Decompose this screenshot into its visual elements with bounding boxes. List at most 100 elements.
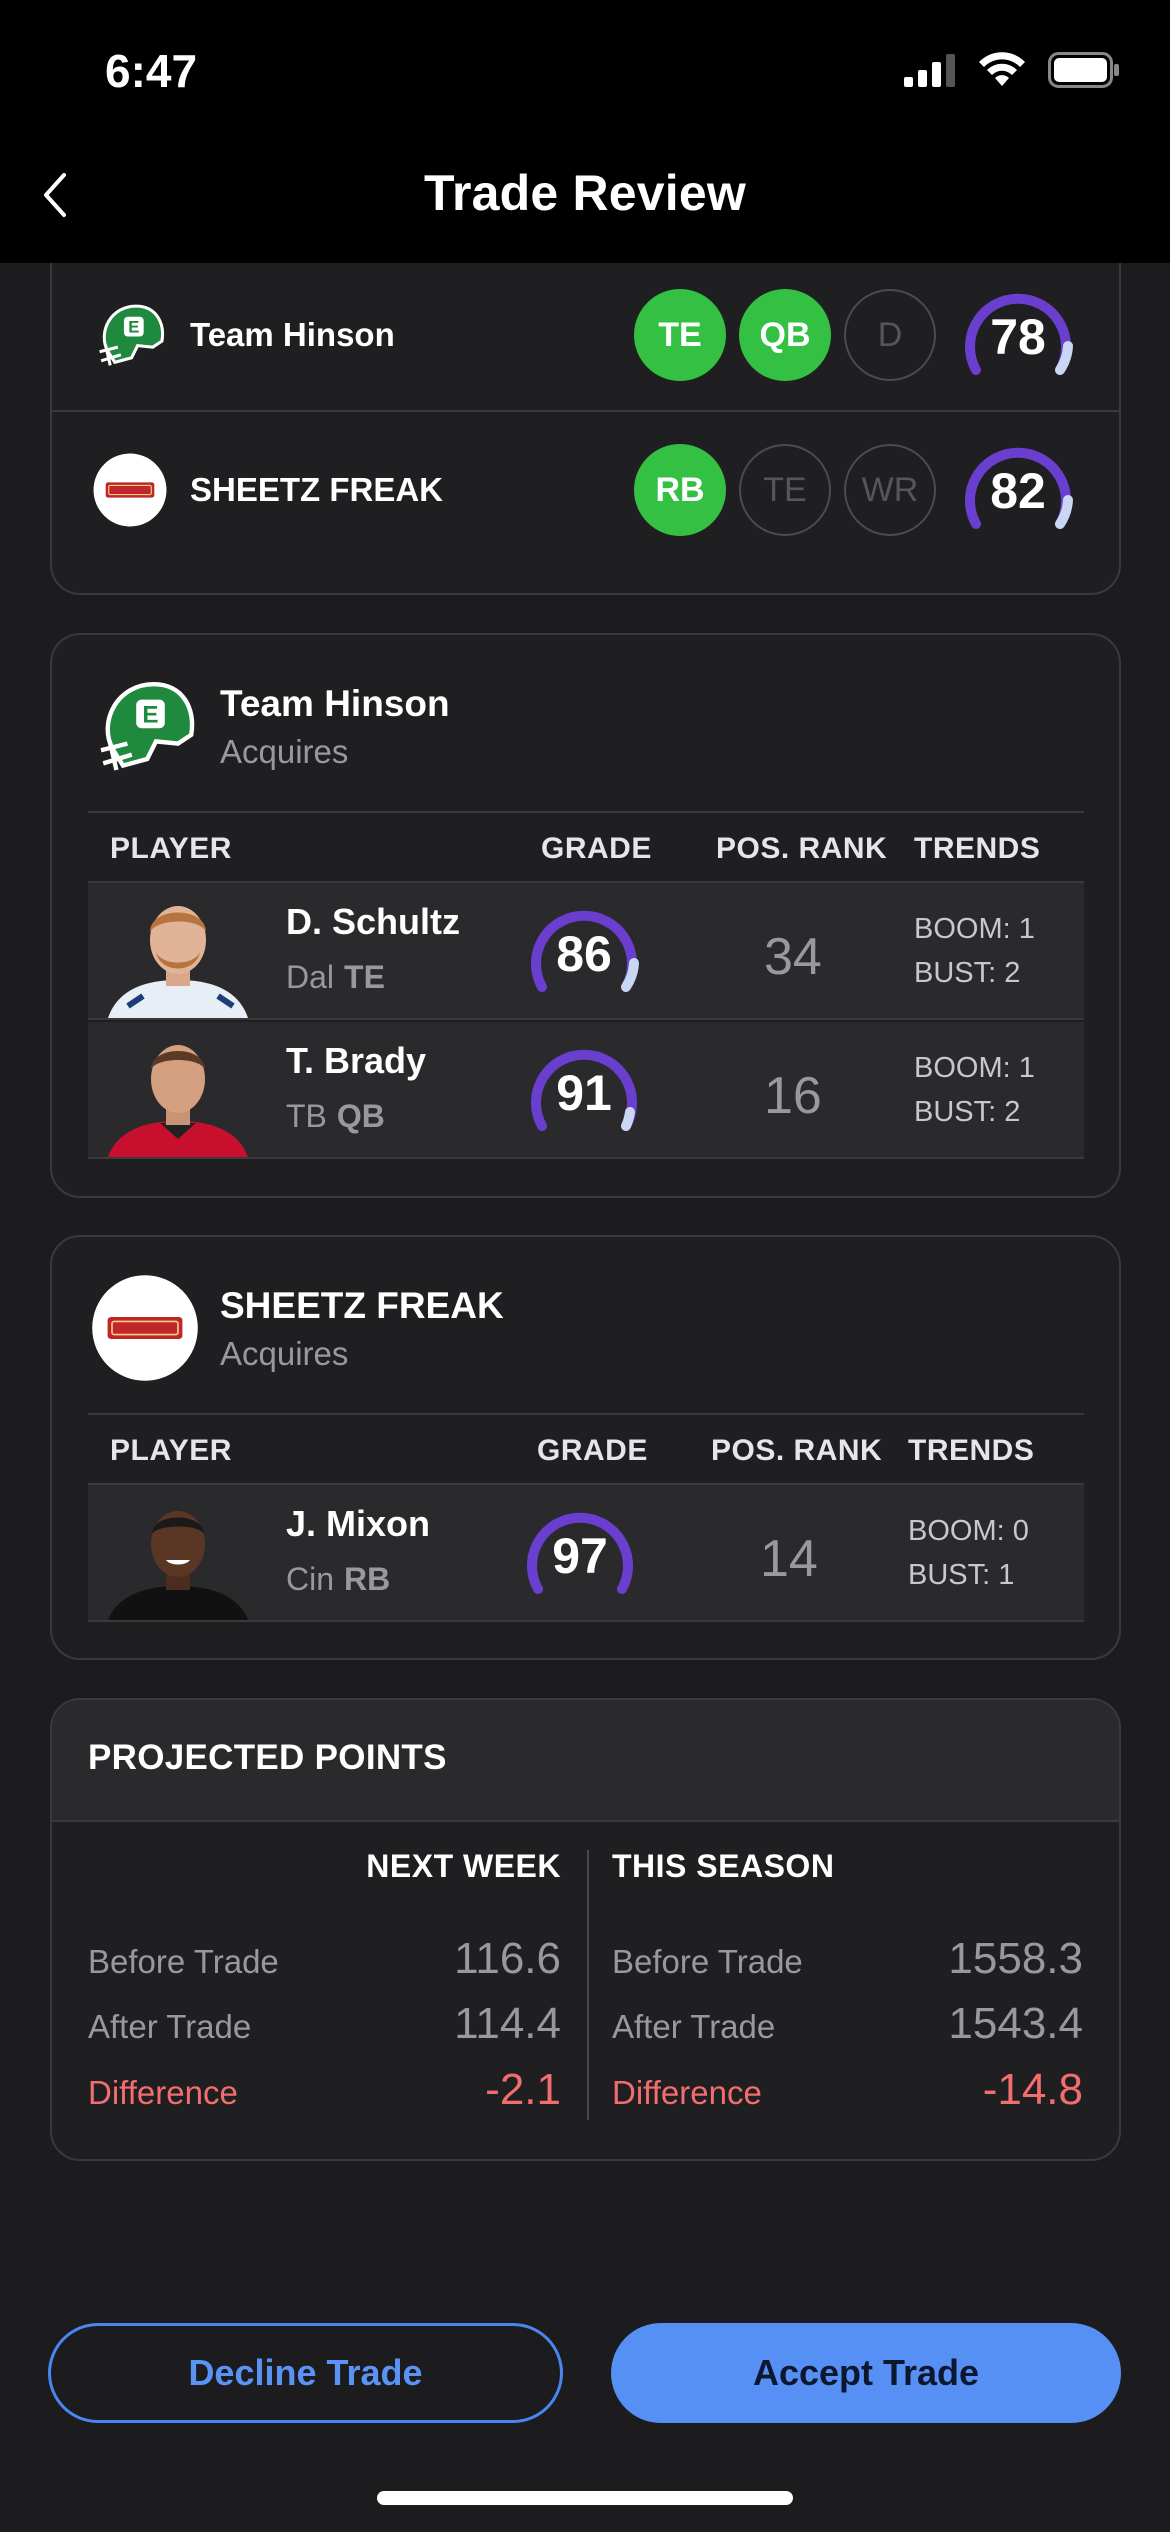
grade-value: 86	[556, 926, 612, 982]
column-pos-rank: POS. RANK	[711, 1434, 883, 1467]
column-trends: TRENDS	[914, 832, 1041, 865]
pos-rank-value: 14	[760, 1530, 818, 1588]
summary-team-name: Team Hinson	[190, 316, 395, 353]
difference-label: Difference	[612, 2074, 762, 2111]
position-chip-wr: WR	[844, 444, 936, 536]
grade-value: 78	[990, 309, 1046, 365]
column-grade: GRADE	[541, 832, 652, 865]
summary-row-team-hinson[interactable]: E Team Hinson TE QB D 78	[52, 260, 1119, 412]
position-chip-rb: RB	[634, 444, 726, 536]
boom-count: BOOM: 0	[908, 1515, 1029, 1547]
grade-gauge: 82	[962, 438, 1074, 538]
projected-points-header: PROJECTED POINTS	[52, 1700, 1119, 1822]
player-row[interactable]: T. Brady TB QB 91 16 BOOM: 1 BUST: 2	[88, 1022, 1084, 1159]
projected-points-title: PROJECTED POINTS	[88, 1738, 447, 1777]
grade-gauge: 97	[524, 1503, 636, 1603]
boom-count: BOOM: 1	[914, 1052, 1035, 1084]
bust-count: BUST: 2	[914, 1096, 1021, 1128]
summary-team-name: SHEETZ FREAK	[190, 471, 444, 508]
page-title: Trade Review	[423, 165, 746, 221]
player-headshot	[108, 1045, 248, 1157]
cellular-signal-icon	[904, 54, 955, 87]
column-trends: TRENDS	[908, 1434, 1035, 1467]
bust-count: BUST: 1	[908, 1559, 1015, 1591]
player-row[interactable]: J. Mixon Cin RB 97 14 BOOM: 0 BUST: 1	[88, 1485, 1084, 1622]
grade-gauge: 78	[962, 284, 1074, 384]
position-chip-d: D	[844, 289, 936, 381]
team-name: Team Hinson	[220, 683, 450, 724]
grade-gauge: 91	[528, 1040, 640, 1140]
player-team: TB	[286, 1098, 327, 1134]
sheetz-freak-acquires-card: SHEETZ FREAK Acquires PLAYER GRADE POS. …	[50, 1235, 1121, 1660]
sheetz-logo-icon	[93, 453, 167, 527]
trade-summary-card: E Team Hinson TE QB D 78 SHEETZ FREAK RB…	[50, 230, 1121, 595]
player-team: Cin	[286, 1561, 335, 1597]
summary-row-sheetz-freak[interactable]: SHEETZ FREAK RB TE WR 82	[52, 414, 1119, 566]
jets-helmet-icon: E	[100, 681, 195, 771]
pos-rank-value: 16	[764, 1067, 822, 1125]
table-header: PLAYER GRADE POS. RANK TRENDS	[88, 811, 1084, 883]
column-player: PLAYER	[110, 1434, 232, 1467]
next-week-before-value: 116.6	[454, 1934, 561, 1983]
position-chip-te: TE	[739, 444, 831, 536]
table-header: PLAYER GRADE POS. RANK TRENDS	[88, 1413, 1084, 1485]
boom-count: BOOM: 1	[914, 913, 1035, 945]
next-week-heading: NEXT WEEK	[366, 1848, 561, 1884]
player-position: RB	[344, 1561, 391, 1597]
next-week-difference-value: -2.1	[485, 2065, 561, 2114]
trend-values: BOOM: 1 BUST: 2	[914, 907, 1035, 995]
difference-label: Difference	[88, 2074, 238, 2111]
trend-values: BOOM: 1 BUST: 2	[914, 1046, 1035, 1134]
column-divider	[587, 1850, 589, 2120]
player-position: TE	[344, 959, 385, 995]
player-team-position: Dal TE	[286, 959, 385, 996]
player-name: T. Brady	[286, 1040, 427, 1081]
after-trade-label: After Trade	[88, 2008, 252, 2045]
battery-icon	[1048, 52, 1119, 88]
player-row[interactable]: D. Schultz Dal TE 86 34 BOOM: 1 BUST: 2	[88, 883, 1084, 1020]
status-time: 6:47	[105, 45, 198, 97]
this-season-before-value: 1558.3	[948, 1934, 1083, 1983]
this-season-after-value: 1543.4	[948, 1999, 1083, 2048]
jets-helmet-icon: E	[99, 304, 165, 366]
player-name: J. Mixon	[286, 1503, 431, 1544]
team-subtitle: Acquires	[220, 1335, 349, 1372]
this-season-difference-value: -14.8	[982, 2065, 1083, 2114]
after-trade-label: After Trade	[612, 2008, 776, 2045]
before-trade-label: Before Trade	[88, 1943, 279, 1980]
sheetz-logo-icon	[92, 1275, 198, 1381]
position-chip-te: TE	[634, 289, 726, 381]
column-pos-rank: POS. RANK	[716, 832, 888, 865]
team-hinson-acquires-card: E Team Hinson Acquires PLAYER GRADE POS.…	[50, 633, 1121, 1198]
wifi-icon	[979, 52, 1025, 86]
player-name: D. Schultz	[286, 901, 461, 942]
home-indicator[interactable]	[377, 2491, 793, 2505]
grade-value: 82	[990, 463, 1046, 519]
next-week-after-value: 114.4	[454, 1999, 561, 2048]
position-chip-qb: QB	[739, 289, 831, 381]
player-position: QB	[336, 1098, 385, 1134]
player-team-position: Cin RB	[286, 1561, 390, 1598]
bust-count: BUST: 2	[914, 957, 1021, 989]
team-subtitle: Acquires	[220, 733, 349, 770]
player-headshot	[108, 906, 248, 1018]
column-grade: GRADE	[537, 1434, 648, 1467]
grade-value: 97	[552, 1528, 608, 1584]
player-team-position: TB QB	[286, 1098, 385, 1135]
svg-text:E: E	[128, 318, 139, 337]
status-icons	[904, 52, 1120, 88]
before-trade-label: Before Trade	[612, 1943, 803, 1980]
decline-trade-button[interactable]: Decline Trade	[48, 2323, 563, 2423]
projected-points-card: PROJECTED POINTS NEXT WEEK THIS SEASON B…	[50, 1698, 1121, 2161]
grade-value: 91	[556, 1065, 612, 1121]
grade-gauge: 86	[528, 901, 640, 1001]
player-team: Dal	[286, 959, 335, 995]
player-headshot	[108, 1511, 248, 1620]
top-bar: 6:47 Trade Review	[0, 0, 1170, 263]
accept-trade-button[interactable]: Accept Trade	[611, 2323, 1121, 2423]
svg-text:E: E	[142, 702, 158, 729]
column-player: PLAYER	[110, 832, 232, 865]
this-season-heading: THIS SEASON	[612, 1848, 835, 1884]
trend-values: BOOM: 0 BUST: 1	[908, 1509, 1029, 1597]
pos-rank-value: 34	[764, 928, 822, 986]
